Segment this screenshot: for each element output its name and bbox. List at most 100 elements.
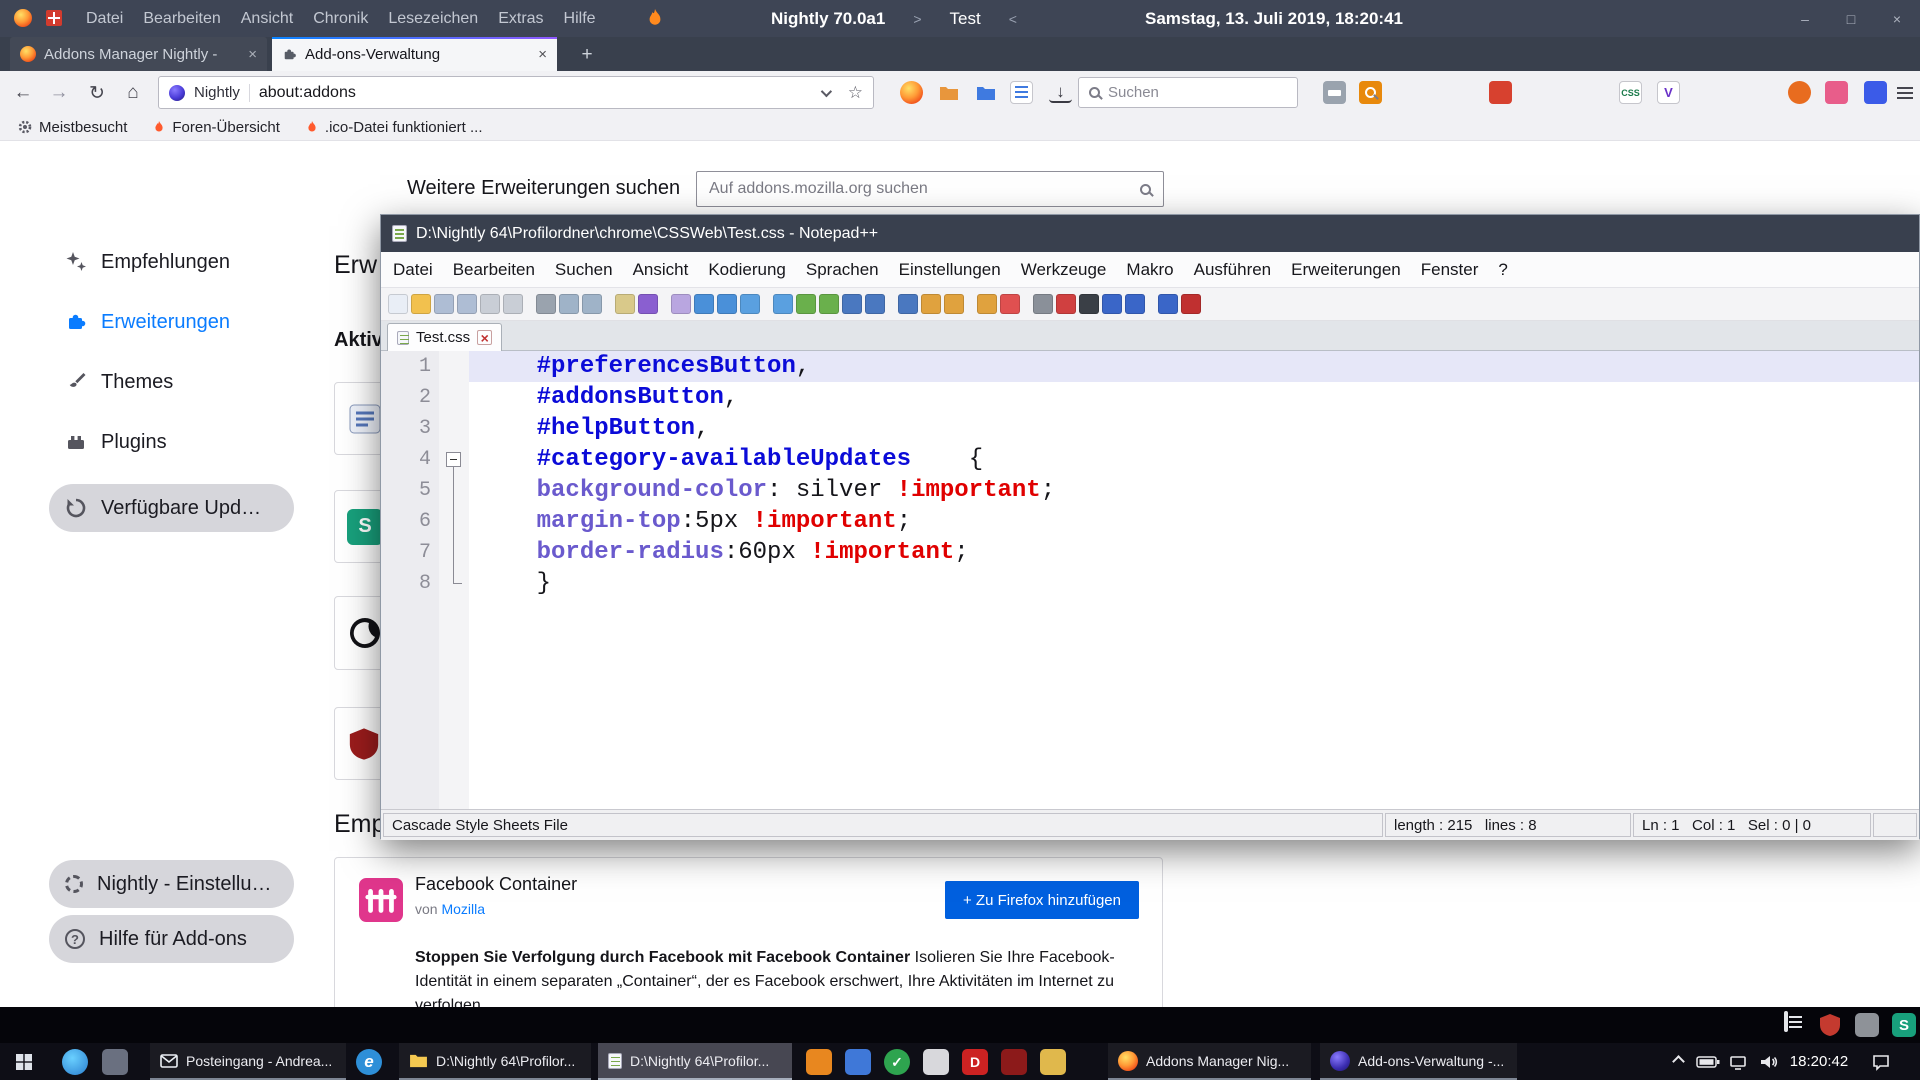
sidebar-item-verfuegbare-updates[interactable]: Verfügbare Upd… (49, 484, 294, 532)
menu-ansicht[interactable]: Ansicht (231, 10, 303, 28)
blue-addon-icon[interactable] (1864, 81, 1887, 104)
taskbar-light-app-icon[interactable] (923, 1049, 949, 1075)
forward-button[interactable]: → (46, 80, 72, 106)
orange-addon-icon[interactable] (1788, 81, 1811, 104)
sidebar-item-erweiterungen[interactable]: Erweiterungen (49, 298, 294, 346)
amo-search-input[interactable] (709, 180, 1132, 198)
play-macro-icon[interactable] (1102, 294, 1122, 314)
spellcheck-abc-icon[interactable] (1181, 294, 1201, 314)
action-center-icon[interactable] (1866, 1043, 1896, 1080)
home-button[interactable]: ⌂ (120, 80, 146, 106)
taskbar-pinned-icon-1[interactable] (62, 1049, 88, 1075)
taskbar-button-notepadpp[interactable]: D:\Nightly 64\Profilor... (598, 1043, 792, 1080)
code-lines[interactable]: #preferencesButton, #addonsButton, #help… (469, 351, 1919, 809)
npp-menu-bearbeiten[interactable]: Bearbeiten (443, 260, 545, 280)
cut-icon[interactable] (559, 294, 579, 314)
taskbar-folder-app-icon[interactable] (1040, 1049, 1066, 1075)
taskbar-green-check-icon[interactable]: ✓ (884, 1049, 910, 1075)
undo-icon[interactable] (638, 294, 658, 314)
back-button[interactable]: ← (10, 80, 36, 106)
blue-folder-icon[interactable] (974, 81, 997, 104)
taskbar-darkred-app-icon[interactable] (1001, 1049, 1027, 1075)
maximize-button[interactable]: □ (1828, 0, 1874, 37)
add-to-firefox-button[interactable]: + Zu Firefox hinzufügen (945, 881, 1139, 919)
npp-menu-werkzeuge[interactable]: Werkzeuge (1011, 260, 1117, 280)
volume-icon[interactable] (1754, 1043, 1782, 1080)
library-list-icon[interactable] (1010, 81, 1033, 104)
stop-macro-icon[interactable] (1079, 294, 1099, 314)
table-addon-icon[interactable] (46, 10, 62, 26)
copy-icon[interactable] (582, 294, 602, 314)
npp-tab-close-icon[interactable]: × (477, 330, 492, 345)
menu-bearbeiten[interactable]: Bearbeiten (133, 10, 230, 28)
replace-icon[interactable] (717, 294, 737, 314)
menu-chronik[interactable]: Chronik (303, 10, 378, 28)
toolbar-search[interactable] (1078, 77, 1298, 108)
edge-icon[interactable]: e (356, 1049, 382, 1075)
menu-lesezeichen[interactable]: Lesezeichen (378, 10, 488, 28)
npp-menu-datei[interactable]: Datei (383, 260, 443, 280)
new-file-icon[interactable] (388, 294, 408, 314)
menu-datei[interactable]: Datei (76, 10, 133, 28)
download-icon[interactable]: ↓ (1049, 82, 1072, 103)
orange-folder-icon[interactable] (937, 81, 960, 104)
menu-extras[interactable]: Extras (488, 10, 553, 28)
printer-icon[interactable] (1323, 81, 1346, 104)
monitor-icon[interactable] (1033, 294, 1053, 314)
npp-menu-makro[interactable]: Makro (1116, 260, 1183, 280)
sidebar-item-hilfe[interactable]: ? Hilfe für Add-ons (49, 915, 294, 963)
tab-close-icon[interactable]: × (248, 46, 257, 63)
close-all-icon[interactable] (503, 294, 523, 314)
battery-icon[interactable] (1694, 1043, 1722, 1080)
search-input[interactable] (1108, 84, 1287, 101)
urlbar-dropdown-icon[interactable] (821, 85, 832, 96)
save-icon[interactable] (434, 294, 454, 314)
taskbar-button-nightly[interactable]: Add-ons-Verwaltung -... (1320, 1043, 1517, 1080)
open-file-icon[interactable] (411, 294, 431, 314)
npp-editor[interactable]: 12345678 #preferencesButton, #addonsButt… (381, 351, 1919, 809)
npp-menu-suchen[interactable]: Suchen (545, 260, 623, 280)
sidebar-item-einstellungen[interactable]: Nightly - Einstellungen (49, 860, 294, 908)
taskbar-blue-app-icon[interactable] (845, 1049, 871, 1075)
npp-menu-fenster[interactable]: Fenster (1411, 260, 1489, 280)
amo-search-box[interactable] (696, 171, 1164, 207)
npp-menu-ansicht[interactable]: Ansicht (623, 260, 699, 280)
npp-tab-testcss[interactable]: Test.css × (387, 323, 502, 351)
minimize-button[interactable]: – (1782, 0, 1828, 37)
redo-icon[interactable] (671, 294, 691, 314)
close-file-icon[interactable] (480, 294, 500, 314)
npp-menu-einstellungen[interactable]: Einstellungen (889, 260, 1011, 280)
pink-brush-addon-icon[interactable] (1825, 81, 1848, 104)
start-button[interactable] (0, 1043, 48, 1080)
show-all-chars-icon[interactable] (865, 294, 885, 314)
zoom-out-icon[interactable] (773, 294, 793, 314)
sidebar-item-themes[interactable]: Themes (49, 358, 294, 406)
url-bar[interactable]: Nightly about:addons ☆ (158, 76, 874, 109)
firefox-account-icon[interactable] (900, 81, 923, 104)
v-addon-icon[interactable]: V (1657, 81, 1680, 104)
taskbar-pinned-icon-2[interactable] (102, 1049, 128, 1075)
css-addon-icon[interactable]: CSS (1619, 81, 1642, 104)
bookmark-star-icon[interactable]: ☆ (848, 83, 863, 103)
sidebar-item-plugins[interactable]: Plugins (49, 418, 294, 466)
pdf-icon[interactable] (1000, 294, 1020, 314)
npp-menu-kodierung[interactable]: Kodierung (698, 260, 796, 280)
close-button[interactable]: × (1874, 0, 1920, 37)
save-macro-icon[interactable] (1158, 294, 1178, 314)
zoom-in-icon[interactable] (740, 294, 760, 314)
taskbar-button-explorer[interactable]: D:\Nightly 64\Profilor... (399, 1043, 591, 1080)
tab-addons-manager[interactable]: Addons Manager Nightly - × (10, 37, 267, 71)
taskbar-d-app-icon[interactable]: D (962, 1049, 988, 1075)
function-list-icon[interactable] (944, 294, 964, 314)
sync-horizontal-icon[interactable] (819, 294, 839, 314)
bookmark-item[interactable]: Foren-Übersicht (153, 119, 280, 136)
notepadpp-window[interactable]: D:\Nightly 64\Profilordner\chrome\CSSWeb… (380, 214, 1920, 839)
save-all-icon[interactable] (457, 294, 477, 314)
tab-addons-verwaltung[interactable]: Add-ons-Verwaltung × (272, 37, 557, 71)
network-icon[interactable] (1724, 1043, 1752, 1080)
taskbar-button-firefox[interactable]: Addons Manager Nig... (1108, 1043, 1311, 1080)
sidebar-item-empfehlungen[interactable]: Empfehlungen (49, 238, 294, 286)
author-link[interactable]: Mozilla (441, 901, 485, 917)
bookmark-item[interactable]: .ico-Datei funktioniert ... (306, 119, 483, 136)
tab-close-icon[interactable]: × (538, 46, 547, 63)
